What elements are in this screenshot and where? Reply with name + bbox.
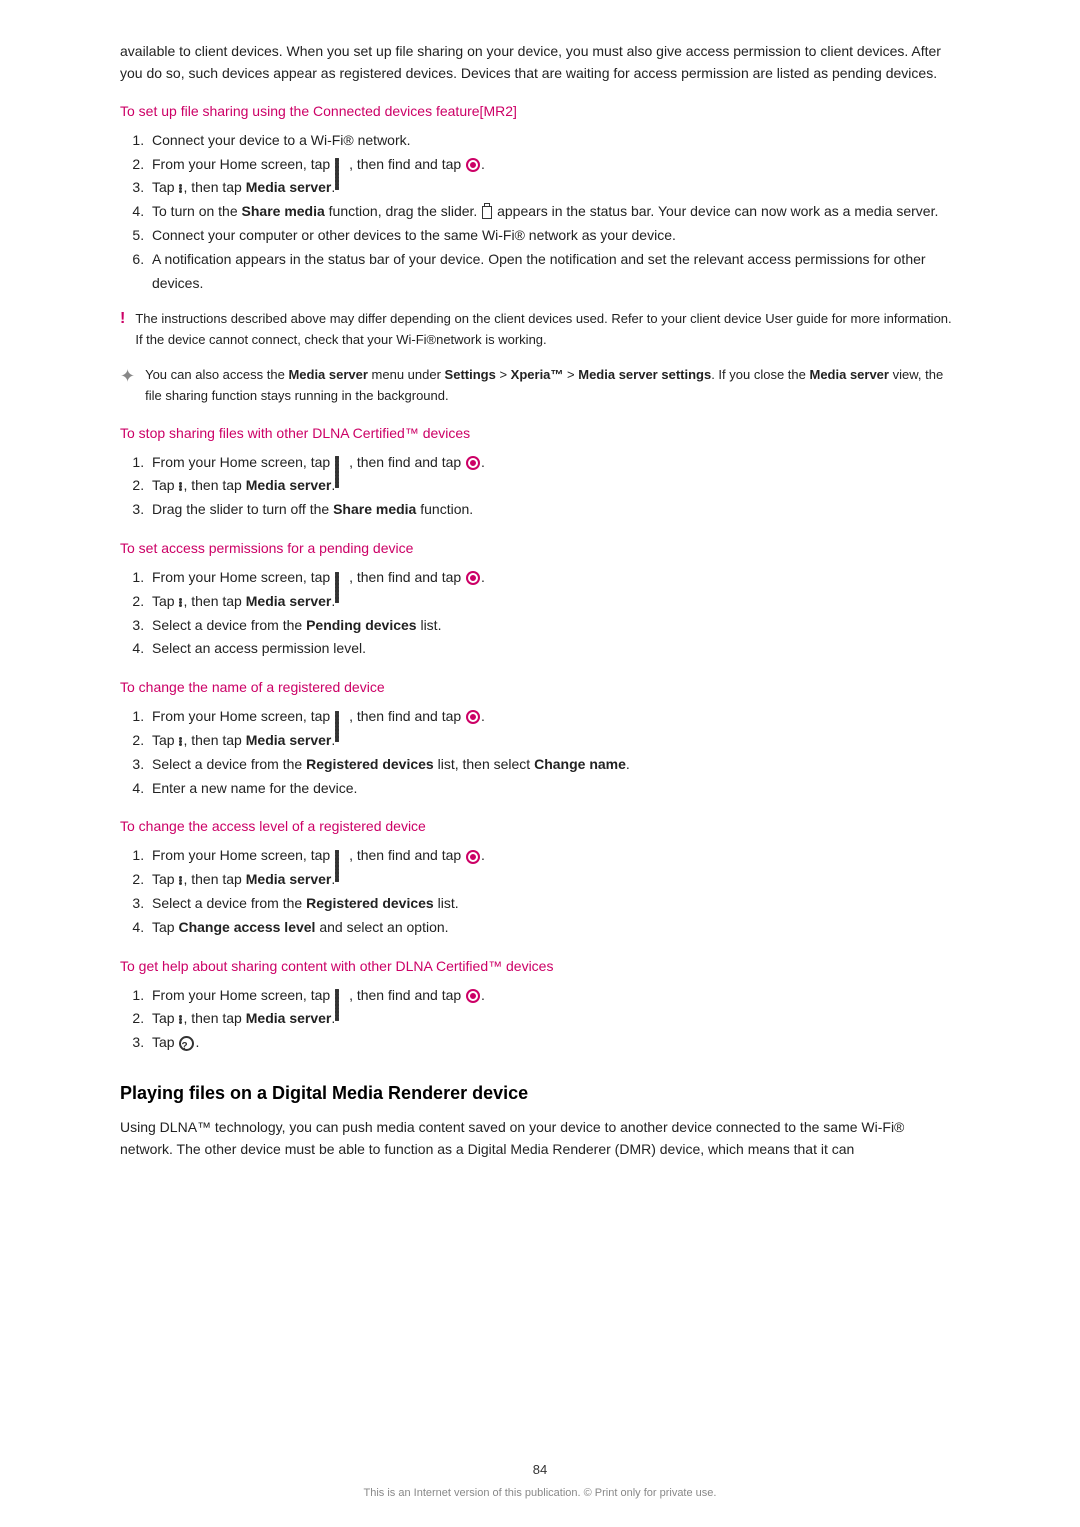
section-heading-change-access: To change the access level of a register… — [120, 818, 960, 834]
settings-circle-icon — [466, 850, 480, 864]
step-item: Tap , then tap Media server. — [148, 590, 960, 614]
sparkle-icon: ✦ — [120, 366, 135, 387]
step-item: Connect your device to a Wi‑Fi® network. — [148, 129, 960, 153]
steps-access-permissions: From your Home screen, tap , then find a… — [148, 566, 960, 661]
steps-change-access: From your Home screen, tap , then find a… — [148, 844, 960, 939]
status-bar-icon — [482, 206, 492, 219]
playing-section-title: Playing files on a Digital Media Rendere… — [120, 1083, 960, 1104]
settings-circle-icon — [466, 158, 480, 172]
step-item: From your Home screen, tap , then find a… — [148, 451, 960, 475]
step-item: From your Home screen, tap , then find a… — [148, 705, 960, 729]
step-item: Connect your computer or other devices t… — [148, 224, 960, 248]
footer-note: This is an Internet version of this publ… — [364, 1487, 717, 1499]
page-content: available to client devices. When you se… — [0, 0, 1080, 1239]
section-heading-change-name: To change the name of a registered devic… — [120, 679, 960, 695]
grid-icon — [335, 456, 348, 469]
section-set-access-permissions: To set access permissions for a pending … — [120, 540, 960, 661]
step-item: Select a device from the Registered devi… — [148, 753, 960, 777]
note-text-exclamation: The instructions described above may dif… — [135, 309, 960, 351]
grid-icon — [335, 989, 348, 1002]
page-footer: 84 This is an Internet version of this p… — [0, 1462, 1080, 1499]
note-text-sparkle: You can also access the Media server men… — [145, 365, 960, 407]
step-item: To turn on the Share media function, dra… — [148, 200, 960, 224]
step-item: Select a device from the Registered devi… — [148, 892, 960, 916]
step-item: Tap , then tap Media server. — [148, 176, 960, 200]
step-item: From your Home screen, tap , then find a… — [148, 153, 960, 177]
section-setup-file-sharing: To set up file sharing using the Connect… — [120, 103, 960, 407]
section-heading-setup: To set up file sharing using the Connect… — [120, 103, 960, 119]
step-item: Enter a new name for the device. — [148, 777, 960, 801]
section-change-access-level: To change the access level of a register… — [120, 818, 960, 939]
menu-dots-icon — [179, 1015, 182, 1024]
step-item: From your Home screen, tap , then find a… — [148, 566, 960, 590]
intro-paragraph: available to client devices. When you se… — [120, 40, 960, 85]
section-change-name: To change the name of a registered devic… — [120, 679, 960, 800]
grid-icon — [335, 711, 348, 724]
grid-icon — [335, 850, 348, 863]
menu-dots-icon — [179, 184, 182, 193]
section-heading-get-help: To get help about sharing content with o… — [120, 958, 960, 974]
step-item: Tap , then tap Media server. — [148, 474, 960, 498]
grid-icon — [335, 158, 348, 171]
step-item: Tap ?. — [148, 1031, 960, 1055]
step-item: Tap , then tap Media server. — [148, 1007, 960, 1031]
menu-dots-icon — [179, 737, 182, 746]
section-get-help: To get help about sharing content with o… — [120, 958, 960, 1055]
playing-section-paragraph: Using DLNA™ technology, you can push med… — [120, 1116, 960, 1161]
menu-dots-icon — [179, 876, 182, 885]
step-item: Select an access permission level. — [148, 637, 960, 661]
section-stop-sharing: To stop sharing files with other DLNA Ce… — [120, 425, 960, 522]
step-item: Tap , then tap Media server. — [148, 868, 960, 892]
grid-icon — [335, 572, 348, 585]
step-item: Select a device from the Pending devices… — [148, 614, 960, 638]
settings-circle-icon — [466, 989, 480, 1003]
steps-change-name: From your Home screen, tap , then find a… — [148, 705, 960, 800]
question-icon: ? — [179, 1036, 194, 1051]
note-sparkle: ✦ You can also access the Media server m… — [120, 365, 960, 407]
step-item: From your Home screen, tap , then find a… — [148, 844, 960, 868]
steps-stop: From your Home screen, tap , then find a… — [148, 451, 960, 522]
settings-circle-icon — [466, 571, 480, 585]
step-item: Tap , then tap Media server. — [148, 729, 960, 753]
section-heading-stop: To stop sharing files with other DLNA Ce… — [120, 425, 960, 441]
step-item: A notification appears in the status bar… — [148, 248, 960, 296]
step-item: Drag the slider to turn off the Share me… — [148, 498, 960, 522]
exclamation-icon: ! — [120, 310, 125, 328]
steps-setup: Connect your device to a Wi‑Fi® network.… — [148, 129, 960, 296]
step-item: From your Home screen, tap , then find a… — [148, 984, 960, 1008]
settings-circle-icon — [466, 710, 480, 724]
menu-dots-icon — [179, 482, 182, 491]
page-number: 84 — [0, 1462, 1080, 1477]
section-heading-access-permissions: To set access permissions for a pending … — [120, 540, 960, 556]
section-playing-files: Playing files on a Digital Media Rendere… — [120, 1083, 960, 1161]
steps-get-help: From your Home screen, tap , then find a… — [148, 984, 960, 1055]
settings-circle-icon — [466, 456, 480, 470]
note-exclamation: ! The instructions described above may d… — [120, 309, 960, 351]
step-item: Tap Change access level and select an op… — [148, 916, 960, 940]
menu-dots-icon — [179, 598, 182, 607]
